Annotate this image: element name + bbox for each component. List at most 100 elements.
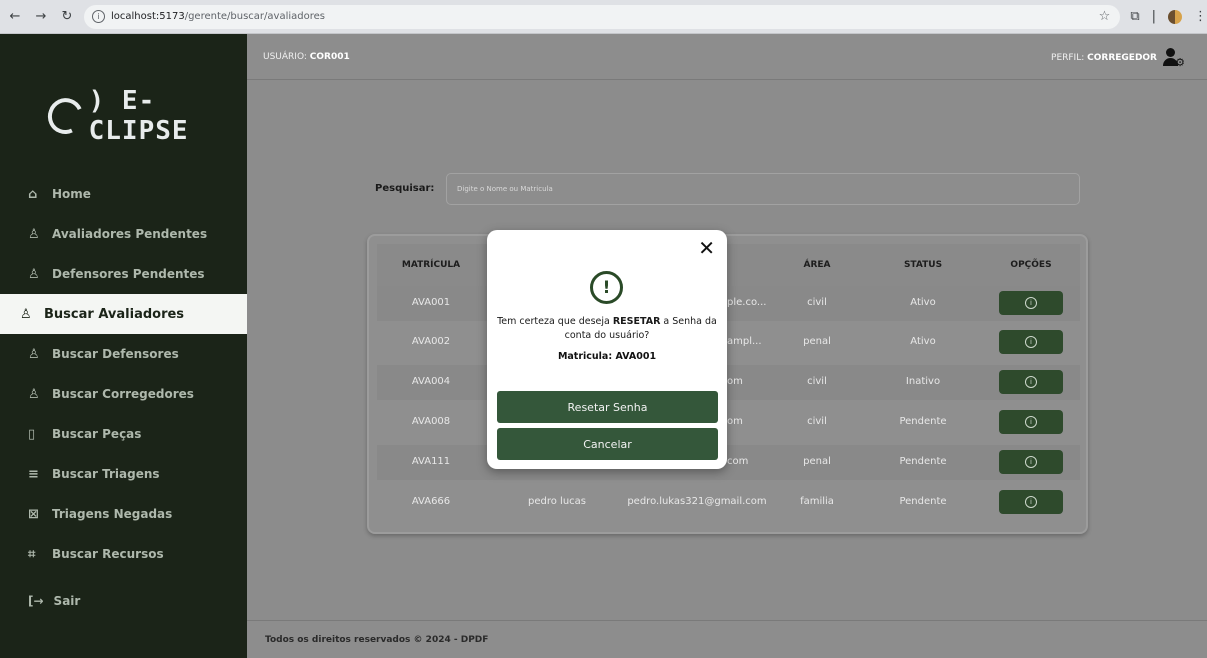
bookmark-star-icon[interactable]: ☆ xyxy=(1099,9,1111,24)
table-row: AVA001 ple.co... civil Ativo i xyxy=(377,286,1080,321)
logout-link[interactable]: [→ Sair xyxy=(28,594,80,608)
cell-area: penal xyxy=(803,336,831,347)
file-icon: ▯ xyxy=(28,426,36,442)
options-button[interactable]: i xyxy=(999,370,1063,394)
sidebar-item-label: Home xyxy=(52,187,91,201)
cell-matricula: AVA111 xyxy=(411,456,451,467)
sidebar-item-label: Avaliadores Pendentes xyxy=(52,227,208,241)
modal-message: Tem certeza que deseja RESETAR a Senha d… xyxy=(497,315,717,343)
user-search-icon: ♙ xyxy=(28,386,40,402)
logout-icon: [→ xyxy=(28,594,44,608)
sidebar-menu: ⌂ Home ♙ Avaliadores Pendentes ♙ Defenso… xyxy=(0,174,247,574)
logout-label: Sair xyxy=(53,594,81,608)
sidebar-item-buscar-avaliadores[interactable]: ♙ Buscar Avaliadores xyxy=(0,294,247,334)
perfil-info: PERFIL: CORREGEDOR ⚙ xyxy=(1051,48,1185,68)
options-button[interactable]: i xyxy=(999,291,1063,315)
sidebar-item-buscar-pecas[interactable]: ▯ Buscar Peças xyxy=(0,414,247,454)
sidebar-item-buscar-triagens[interactable]: ≡ Buscar Triagens xyxy=(0,454,247,494)
options-button[interactable]: i xyxy=(999,450,1063,474)
user-info: USUÁRIO: COR001 xyxy=(263,52,350,62)
reset-password-button[interactable]: Resetar Senha xyxy=(497,391,718,423)
sidebar-item-avaliadores-pendentes[interactable]: ♙ Avaliadores Pendentes xyxy=(0,214,247,254)
options-button[interactable]: i xyxy=(999,330,1063,354)
cell-matricula: AVA001 xyxy=(411,297,451,308)
cell-email: om xyxy=(727,416,743,427)
cell-area: familia xyxy=(800,496,834,507)
cell-status: Inativo xyxy=(905,376,941,387)
perfil-prefix: PERFIL: xyxy=(1051,53,1085,63)
close-icon[interactable]: ✕ xyxy=(698,238,715,258)
sidebar-item-buscar-recursos[interactable]: ⌗ Buscar Recursos xyxy=(0,534,247,574)
table-header: MATRÍCULA ÁREA STATUS OPÇÕES xyxy=(377,244,1080,286)
user-value: COR001 xyxy=(309,52,350,62)
info-icon: i xyxy=(1025,416,1037,428)
sidebar: ) E-CLIPSE ⌂ Home ♙ Avaliadores Pendente… xyxy=(0,34,247,658)
perfil-value: CORREGEDOR xyxy=(1087,53,1157,63)
sidebar-item-buscar-defensores[interactable]: ♙ Buscar Defensores xyxy=(0,334,247,374)
search-label: Pesquisar: xyxy=(375,183,435,194)
sidebar-item-buscar-corregedores[interactable]: ♙ Buscar Corregedores xyxy=(0,374,247,414)
sidebar-item-label: Defensores Pendentes xyxy=(52,267,205,281)
cell-matricula: AVA002 xyxy=(411,336,451,347)
cell-status: Pendente xyxy=(899,416,947,427)
cell-status: Pendente xyxy=(899,496,947,507)
user-prefix: USUÁRIO: xyxy=(263,52,307,62)
info-icon: i xyxy=(1025,297,1037,309)
sidebar-item-label: Buscar Defensores xyxy=(52,347,179,361)
forward-icon[interactable]: → xyxy=(30,6,52,28)
cancel-button[interactable]: Cancelar xyxy=(497,428,718,460)
cell-area: civil xyxy=(807,297,827,308)
menu-dots-icon[interactable]: ⋮ xyxy=(1194,9,1207,24)
sidebar-item-home[interactable]: ⌂ Home xyxy=(0,174,247,214)
back-icon[interactable]: ← xyxy=(4,6,26,28)
info-icon: i xyxy=(1025,496,1037,508)
cell-email: pedro.lukas321@gmail.com xyxy=(627,496,767,507)
browser-tools: ⧉ | ⋮ xyxy=(1130,9,1207,24)
cell-area: penal xyxy=(803,456,831,467)
sidebar-item-defensores-pendentes[interactable]: ♙ Defensores Pendentes xyxy=(0,254,247,294)
header: USUÁRIO: COR001 PERFIL: CORREGEDOR ⚙ xyxy=(247,34,1207,80)
reset-password-modal: ✕ ! Tem certeza que deseja RESETAR a Sen… xyxy=(487,230,727,469)
user-settings-icon[interactable]: ⚙ xyxy=(1163,48,1185,68)
sidebar-item-label: Triagens Negadas xyxy=(52,507,173,521)
divider: | xyxy=(1151,9,1156,24)
sidebar-item-label: Buscar Triagens xyxy=(52,467,160,481)
cell-nome: pedro lucas xyxy=(528,496,586,507)
search-input[interactable]: Digite o Nome ou Matricula xyxy=(446,173,1080,205)
reload-icon[interactable]: ↻ xyxy=(56,6,78,28)
options-button[interactable]: i xyxy=(999,410,1063,434)
table-row: AVA666 pedro lucas pedro.lukas321@gmail.… xyxy=(377,485,1080,520)
user-search-icon: ♙ xyxy=(20,306,32,322)
options-button[interactable]: i xyxy=(999,490,1063,514)
message-before: Tem certeza que deseja xyxy=(497,316,613,327)
sidebar-item-label: Buscar Avaliadores xyxy=(44,306,185,322)
sidebar-item-label: Buscar Peças xyxy=(52,427,142,441)
profile-avatar-icon[interactable] xyxy=(1168,9,1182,24)
list-search-icon: ≡ xyxy=(28,466,39,482)
address-bar[interactable]: i localhost:5173 /gerente/buscar/avaliad… xyxy=(84,4,1121,29)
modal-matricula: Matricula: AVA001 xyxy=(557,351,657,362)
cell-status: Pendente xyxy=(899,456,947,467)
user-icon: ♙ xyxy=(28,226,40,242)
header-matricula: MATRÍCULA xyxy=(401,260,461,270)
footer: Todos os direitos reservados © 2024 - DP… xyxy=(247,620,1207,658)
cell-status: Ativo xyxy=(910,297,936,308)
sidebar-item-triagens-negadas[interactable]: ⊠ Triagens Negadas xyxy=(0,494,247,534)
scan-icon: ⌗ xyxy=(28,546,36,562)
results-table: MATRÍCULA ÁREA STATUS OPÇÕES AVA001 ple.… xyxy=(367,234,1088,534)
user-icon: ♙ xyxy=(28,266,40,282)
site-info-icon[interactable]: i xyxy=(92,10,105,23)
table-row: AVA002 ampl... penal Ativo i xyxy=(377,325,1080,360)
cell-email: om xyxy=(727,376,743,387)
cell-status: Ativo xyxy=(910,336,936,347)
cell-matricula: AVA004 xyxy=(411,376,451,387)
table-row: AVA004 om civil Inativo i xyxy=(377,365,1080,400)
extensions-icon[interactable]: ⧉ xyxy=(1130,9,1139,24)
cell-matricula: AVA666 xyxy=(411,496,451,507)
user-search-icon: ♙ xyxy=(28,346,40,362)
nav-buttons: ← → ↻ xyxy=(4,6,78,28)
logo: ) E-CLIPSE xyxy=(42,86,247,146)
cell-email: com xyxy=(727,456,749,467)
sidebar-item-label: Buscar Recursos xyxy=(52,547,164,561)
cell-area: civil xyxy=(807,416,827,427)
